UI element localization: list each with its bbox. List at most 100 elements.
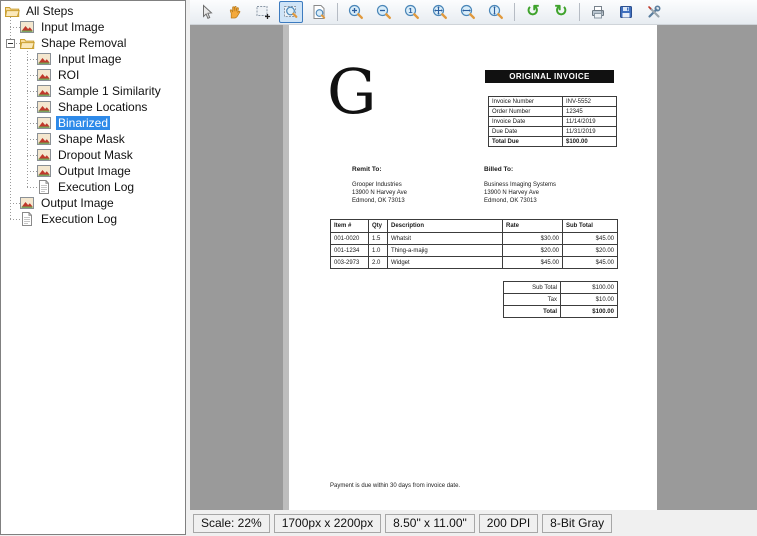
image-viewer-window: All Steps Input Image Shape Removal: [0, 0, 757, 536]
pointer-icon[interactable]: [195, 1, 219, 23]
pan-hand-icon[interactable]: [223, 1, 247, 23]
tree-item-label: Shape Locations: [56, 100, 149, 114]
zoom-in-icon[interactable]: [344, 1, 368, 23]
zoom-actual-icon[interactable]: 1: [400, 1, 424, 23]
tree-item-input-image-2[interactable]: Input Image: [1, 51, 185, 67]
select-region-icon[interactable]: [251, 1, 275, 23]
tree-item-all-steps[interactable]: All Steps: [1, 3, 185, 19]
log-document-icon: [36, 179, 52, 195]
status-scale: Scale: 22%: [193, 514, 270, 533]
tree-item-label: Shape Removal: [39, 36, 128, 50]
billed-to-block: Billed To: Business Imaging Systems 1390…: [484, 166, 556, 205]
address-line: 13900 N Harvey Ave: [352, 189, 407, 197]
company-logo: G: [327, 61, 377, 123]
table-row: Order Number12345: [489, 107, 617, 117]
tree-item-label: Dropout Mask: [56, 148, 135, 162]
image-icon: [36, 163, 52, 179]
tree-item-roi[interactable]: ROI: [1, 67, 185, 83]
invoice-page: G ORIGINAL INVOICE Invoice NumberINV-555…: [283, 25, 657, 510]
tree-item-label: Output Image: [39, 196, 116, 210]
table-header-row: Item # Qty Description Rate Sub Total: [331, 220, 618, 233]
save-icon[interactable]: [614, 1, 638, 23]
tree-item-shape-mask[interactable]: Shape Mask: [1, 131, 185, 147]
steps-tree-panel: All Steps Input Image Shape Removal: [0, 0, 186, 535]
print-icon[interactable]: [586, 1, 610, 23]
remit-to-block: Remit To: Grooper Industries 13900 N Har…: [352, 166, 407, 205]
invoice-banner: ORIGINAL INVOICE: [485, 70, 614, 83]
fit-height-icon[interactable]: [484, 1, 508, 23]
tree-item-shape-removal[interactable]: Shape Removal: [1, 35, 185, 51]
image-icon: [36, 83, 52, 99]
tree-item-shape-locations[interactable]: Shape Locations: [1, 99, 185, 115]
toolbar-separator: [579, 3, 580, 21]
image-icon: [36, 131, 52, 147]
invoice-info-table: Invoice NumberINV-5552 Order Number12345…: [488, 96, 617, 147]
tree-item-output-image-2[interactable]: Output Image: [1, 163, 185, 179]
toolbar-separator: [337, 3, 338, 21]
tree-item-binarized[interactable]: Binarized: [1, 115, 185, 131]
address-line: Grooper Industries: [352, 181, 407, 189]
page-zoom-icon[interactable]: [307, 1, 331, 23]
remit-to-label: Remit To:: [352, 166, 407, 173]
line-items-table: Item # Qty Description Rate Sub Total 00…: [330, 219, 618, 269]
table-row: 003-2973 2.0 Widget $45.00 $45.00: [331, 257, 618, 269]
fit-width-icon[interactable]: [456, 1, 480, 23]
zoom-fit-icon[interactable]: [428, 1, 452, 23]
folder-open-icon: [19, 35, 35, 51]
tree-item-sample-1-similarity[interactable]: Sample 1 Similarity: [1, 83, 185, 99]
address-line: Edmond, OK 73013: [352, 197, 407, 205]
tree-item-label: Output Image: [56, 164, 133, 178]
status-inch-size: 8.50" x 11.00": [385, 514, 475, 533]
tree-item-label: Execution Log: [56, 180, 136, 194]
status-color-depth: 8-Bit Gray: [542, 514, 612, 533]
table-row: Tax$10.00: [504, 294, 618, 306]
billed-to-label: Billed To:: [484, 166, 556, 173]
tree-item-label: Execution Log: [39, 212, 119, 226]
viewer-toolbar: 1 ↺ ↻: [190, 0, 757, 25]
payment-terms-note: Payment is due within 30 days from invoi…: [330, 483, 460, 489]
tools-icon[interactable]: [642, 1, 666, 23]
tree-item-dropout-mask[interactable]: Dropout Mask: [1, 147, 185, 163]
table-row: Invoice NumberINV-5552: [489, 97, 617, 107]
tree-item-input-image[interactable]: Input Image: [1, 19, 185, 35]
tree-item-label: Shape Mask: [56, 132, 127, 146]
rotate-right-icon[interactable]: ↻: [549, 1, 573, 23]
tree-item-execution-log[interactable]: Execution Log: [1, 211, 185, 227]
image-icon: [36, 51, 52, 67]
rotate-left-icon[interactable]: ↺: [521, 1, 545, 23]
log-document-icon: [19, 211, 35, 227]
tree-item-label: Input Image: [56, 52, 123, 66]
tree-item-label: Binarized: [56, 116, 110, 130]
tree-item-label: Sample 1 Similarity: [56, 84, 163, 98]
table-row: Due Date11/31/2019: [489, 127, 617, 137]
tree-item-label: Input Image: [39, 20, 106, 34]
zoom-region-icon[interactable]: [279, 1, 303, 23]
status-pixel-size: 1700px x 2200px: [274, 514, 381, 533]
image-icon: [36, 115, 52, 131]
address-line: Business Imaging Systems: [484, 181, 556, 189]
viewer-statusbar: Scale: 22% 1700px x 2200px 8.50" x 11.00…: [190, 510, 757, 536]
table-row: Invoice Date11/14/2019: [489, 117, 617, 127]
address-line: Edmond, OK 73013: [484, 197, 556, 205]
image-icon: [36, 67, 52, 83]
tree-item-execution-log-2[interactable]: Execution Log: [1, 179, 185, 195]
folder-open-icon: [4, 3, 20, 19]
page-scan-edge: [283, 25, 289, 510]
status-dpi: 200 DPI: [479, 514, 538, 533]
toolbar-separator: [514, 3, 515, 21]
table-row: 001-0020 1.5 Whatsit $30.00 $45.00: [331, 233, 618, 245]
collapse-expander-icon[interactable]: [6, 39, 15, 48]
table-row: Sub Total$100.00: [504, 282, 618, 294]
zoom-out-icon[interactable]: [372, 1, 396, 23]
svg-text:1: 1: [408, 6, 412, 15]
table-row: 001-1234 1.0 Thing-a-majig $20.00 $20.00: [331, 245, 618, 257]
tree-item-output-image[interactable]: Output Image: [1, 195, 185, 211]
image-icon: [36, 147, 52, 163]
table-row: Total Due$100.00: [489, 137, 617, 147]
address-line: 13900 N Harvey Ave: [484, 189, 556, 197]
image-viewer-canvas[interactable]: G ORIGINAL INVOICE Invoice NumberINV-555…: [190, 25, 757, 510]
tree-item-label: ROI: [56, 68, 81, 82]
image-icon: [19, 195, 35, 211]
image-icon: [19, 19, 35, 35]
tree-item-label: All Steps: [24, 4, 75, 18]
